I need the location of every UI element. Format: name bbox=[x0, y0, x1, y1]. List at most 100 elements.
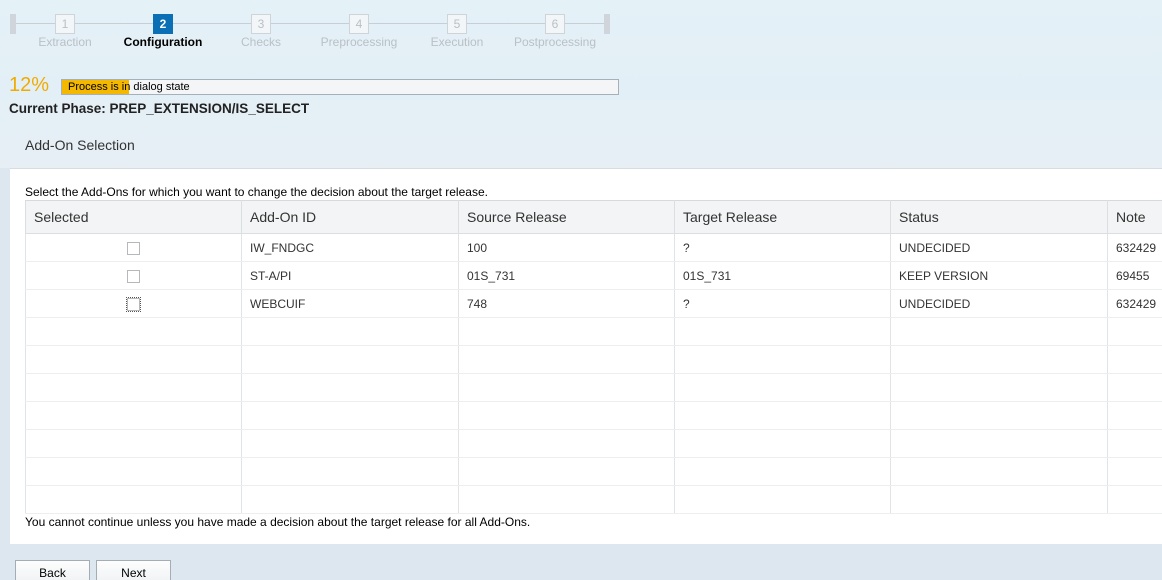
empty-cell bbox=[241, 401, 459, 430]
empty-cell bbox=[458, 345, 675, 374]
empty-cell bbox=[890, 485, 1108, 514]
roadmap-step-postprocessing[interactable]: 6 Postprocessing bbox=[505, 12, 605, 49]
selected-cell bbox=[25, 289, 242, 318]
roadmap-step-label: Postprocessing bbox=[513, 35, 597, 49]
empty-cell bbox=[1107, 373, 1162, 402]
empty-table-row bbox=[25, 429, 1162, 458]
note-cell: 632429 bbox=[1107, 233, 1162, 262]
empty-cell bbox=[25, 401, 242, 430]
current-phase: Current Phase: PREP_EXTENSION/IS_SELECT bbox=[9, 101, 310, 116]
status-cell: KEEP VERSION bbox=[890, 261, 1108, 290]
empty-cell bbox=[890, 317, 1108, 346]
select-checkbox[interactable] bbox=[127, 241, 140, 255]
status-cell: UNDECIDED bbox=[890, 233, 1108, 262]
empty-cell bbox=[25, 429, 242, 458]
column-header-note[interactable]: Note bbox=[1107, 200, 1162, 234]
roadmap-step-extraction[interactable]: 1 Extraction bbox=[15, 12, 115, 49]
roadmap-step-label: Execution bbox=[430, 35, 484, 49]
empty-cell bbox=[1107, 429, 1162, 458]
progress-status-text: Process is in dialog state bbox=[68, 81, 190, 93]
note-cell: 69455 bbox=[1107, 261, 1162, 290]
target-release-cell: ? bbox=[674, 233, 891, 262]
select-checkbox[interactable] bbox=[126, 296, 141, 312]
roadmap-step-number: 3 bbox=[251, 14, 271, 34]
empty-table-row bbox=[25, 373, 1162, 402]
empty-cell bbox=[1107, 457, 1162, 486]
roadmap-step-number: 5 bbox=[447, 14, 467, 34]
status-cell: UNDECIDED bbox=[890, 289, 1108, 318]
empty-cell bbox=[674, 429, 891, 458]
column-header-status[interactable]: Status bbox=[890, 200, 1108, 234]
empty-cell bbox=[458, 485, 675, 514]
source-release-cell: 100 bbox=[458, 233, 675, 262]
note-cell: 632429 bbox=[1107, 289, 1162, 318]
empty-cell bbox=[674, 485, 891, 514]
next-button[interactable]: Next bbox=[96, 560, 171, 580]
empty-cell bbox=[890, 345, 1108, 374]
back-button[interactable]: Back bbox=[15, 560, 90, 580]
empty-table-row bbox=[25, 345, 1162, 374]
roadmap-step-label: Extraction bbox=[38, 35, 92, 49]
column-header-source-release[interactable]: Source Release bbox=[458, 200, 675, 234]
empty-cell bbox=[241, 317, 459, 346]
addon-id-cell: IW_FNDGC bbox=[241, 233, 459, 262]
roadmap-step-number: 6 bbox=[545, 14, 565, 34]
target-release-cell: 01S_731 bbox=[674, 261, 891, 290]
empty-cell bbox=[1107, 345, 1162, 374]
addon-id-cell: WEBCUIF bbox=[241, 289, 459, 318]
empty-cell bbox=[25, 317, 242, 346]
addon-table: Selected Add-On ID Source Release Target… bbox=[25, 200, 1162, 514]
empty-cell bbox=[241, 429, 459, 458]
empty-cell bbox=[241, 345, 459, 374]
empty-table-row bbox=[25, 317, 1162, 346]
empty-cell bbox=[890, 401, 1108, 430]
empty-cell bbox=[25, 373, 242, 402]
panel-title: Add-On Selection bbox=[25, 137, 135, 153]
column-header-addon-id[interactable]: Add-On ID bbox=[241, 200, 459, 234]
empty-cell bbox=[241, 485, 459, 514]
empty-cell bbox=[241, 457, 459, 486]
roadmap-step-configuration[interactable]: 2 Configuration bbox=[113, 12, 213, 49]
roadmap: 1 Extraction 2 Configuration 3 Checks 4 … bbox=[10, 12, 610, 52]
roadmap-step-preprocessing[interactable]: 4 Preprocessing bbox=[309, 12, 409, 49]
source-release-cell: 01S_731 bbox=[458, 261, 675, 290]
empty-cell bbox=[890, 373, 1108, 402]
empty-cell bbox=[25, 485, 242, 514]
target-release-cell: ? bbox=[674, 289, 891, 318]
empty-cell bbox=[458, 401, 675, 430]
selected-cell bbox=[25, 233, 242, 262]
empty-cell bbox=[25, 345, 242, 374]
source-release-cell: 748 bbox=[458, 289, 675, 318]
selected-cell bbox=[25, 261, 242, 290]
table-row[interactable]: WEBCUIF 748 ? UNDECIDED 632429 bbox=[25, 289, 1162, 318]
decision-note: You cannot continue unless you have made… bbox=[25, 515, 531, 529]
empty-cell bbox=[1107, 401, 1162, 430]
empty-cell bbox=[890, 429, 1108, 458]
roadmap-step-label: Preprocessing bbox=[320, 35, 398, 49]
progress-bar: Process is in dialog state bbox=[61, 79, 619, 95]
addon-selection-panel: Select the Add-Ons for which you want to… bbox=[10, 168, 1162, 544]
empty-table-row bbox=[25, 485, 1162, 514]
progress-percent: 12% bbox=[9, 74, 50, 96]
roadmap-step-execution[interactable]: 5 Execution bbox=[407, 12, 507, 49]
empty-cell bbox=[674, 401, 891, 430]
column-header-target-release[interactable]: Target Release bbox=[674, 200, 891, 234]
empty-cell bbox=[241, 373, 459, 402]
empty-cell bbox=[25, 457, 242, 486]
table-row[interactable]: ST-A/PI 01S_731 01S_731 KEEP VERSION 694… bbox=[25, 261, 1162, 290]
roadmap-step-number: 4 bbox=[349, 14, 369, 34]
select-checkbox[interactable] bbox=[127, 269, 140, 283]
roadmap-step-label: Configuration bbox=[123, 35, 203, 49]
roadmap-step-checks[interactable]: 3 Checks bbox=[211, 12, 311, 49]
column-header-selected[interactable]: Selected bbox=[25, 200, 242, 234]
empty-table-row bbox=[25, 401, 1162, 430]
roadmap-step-number: 1 bbox=[55, 14, 75, 34]
empty-cell bbox=[1107, 317, 1162, 346]
table-row[interactable]: IW_FNDGC 100 ? UNDECIDED 632429 bbox=[25, 233, 1162, 262]
empty-cell bbox=[674, 345, 891, 374]
empty-cell bbox=[458, 457, 675, 486]
addon-id-cell: ST-A/PI bbox=[241, 261, 459, 290]
empty-cell bbox=[674, 317, 891, 346]
table-header-row: Selected Add-On ID Source Release Target… bbox=[25, 200, 1162, 234]
empty-cell bbox=[458, 317, 675, 346]
